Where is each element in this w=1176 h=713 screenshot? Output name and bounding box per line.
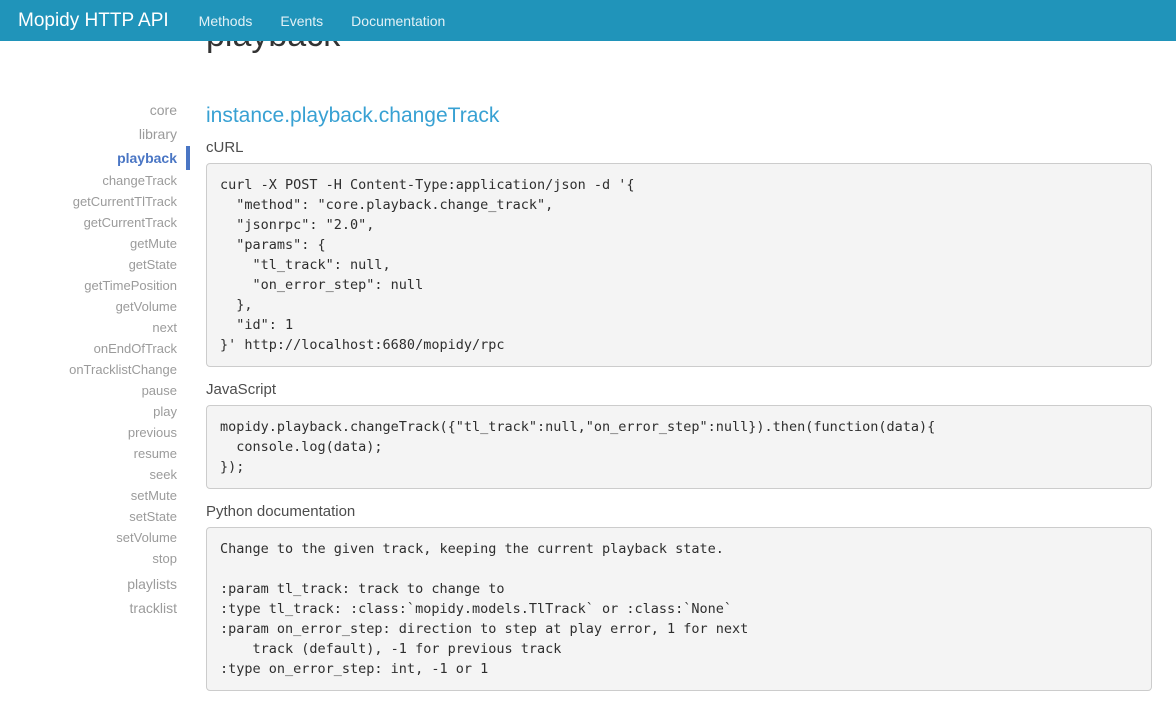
code-section: cURL curl -X POST -H Content-Type:applic… [206, 138, 1152, 367]
sidebar-subitem-onEndOfTrack: onEndOfTrack [0, 338, 190, 359]
sidebar-item-playlists: playlists [0, 572, 190, 596]
code-sections: cURL curl -X POST -H Content-Type:applic… [206, 138, 1152, 691]
sidebar-sublink-getMute[interactable]: getMute [0, 233, 190, 254]
sidebar-subitem-getCurrentTrack: getCurrentTrack [0, 212, 190, 233]
sidebar-link-playback[interactable]: playback [0, 146, 190, 170]
sidebar-sublink-getState[interactable]: getState [0, 254, 190, 275]
sidebar-sublink-resume[interactable]: resume [0, 443, 190, 464]
sidebar: corelibraryplaybackchangeTrackgetCurrent… [0, 98, 190, 620]
brand-link[interactable]: Mopidy HTTP API [18, 10, 169, 32]
nav-link-methods[interactable]: Methods [185, 13, 267, 29]
sidebar-subitem-next: next [0, 317, 190, 338]
code-text: Change to the given track, keeping the c… [220, 541, 748, 677]
sidebar-subitem-resume: resume [0, 443, 190, 464]
sidebar-subitem-setState: setState [0, 506, 190, 527]
code-section-label: Python documentation [206, 502, 1152, 521]
sidebar-subitem-getTimePosition: getTimePosition [0, 275, 190, 296]
sidebar-link-playlists[interactable]: playlists [0, 572, 190, 596]
sidebar-sublink-getTimePosition[interactable]: getTimePosition [0, 275, 190, 296]
code-text: mopidy.playback.changeTrack({"tl_track":… [220, 419, 935, 475]
code-text: curl -X POST -H Content-Type:application… [220, 177, 635, 353]
sidebar-sublink-setState[interactable]: setState [0, 506, 190, 527]
method-heading: instance.playback.changeTrack [206, 102, 1152, 130]
sidebar-link-core[interactable]: core [0, 98, 190, 122]
sidebar-item-playback: playbackchangeTrackgetCurrentTlTrackgetC… [0, 146, 190, 569]
sidebar-sublink-seek[interactable]: seek [0, 464, 190, 485]
sidebar-sublink-pause[interactable]: pause [0, 380, 190, 401]
sidebar-sublist-playback: changeTrackgetCurrentTlTrackgetCurrentTr… [0, 170, 190, 569]
code-section: JavaScript mopidy.playback.changeTrack({… [206, 380, 1152, 489]
sidebar-sublink-onTracklistChange[interactable]: onTracklistChange [0, 359, 190, 380]
top-navbar: Mopidy HTTP API Methods Events Documenta… [0, 0, 1176, 41]
sidebar-subitem-getVolume: getVolume [0, 296, 190, 317]
sidebar-sublink-setVolume[interactable]: setVolume [0, 527, 190, 548]
main-content: instance.playback.changeTrack cURL curl … [206, 96, 1152, 691]
sidebar-subitem-getState: getState [0, 254, 190, 275]
sidebar-sublink-play[interactable]: play [0, 401, 190, 422]
sidebar-subitem-previous: previous [0, 422, 190, 443]
code-block: Change to the given track, keeping the c… [206, 527, 1152, 691]
sidebar-sublink-next[interactable]: next [0, 317, 190, 338]
sidebar-sublink-getVolume[interactable]: getVolume [0, 296, 190, 317]
sidebar-subitem-getCurrentTlTrack: getCurrentTlTrack [0, 191, 190, 212]
code-block: curl -X POST -H Content-Type:application… [206, 163, 1152, 367]
sidebar-subitem-stop: stop [0, 548, 190, 569]
sidebar-link-tracklist[interactable]: tracklist [0, 596, 190, 620]
nav-link-events[interactable]: Events [266, 13, 337, 29]
code-block: mopidy.playback.changeTrack({"tl_track":… [206, 405, 1152, 489]
sidebar-subitem-getMute: getMute [0, 233, 190, 254]
sidebar-sublink-onEndOfTrack[interactable]: onEndOfTrack [0, 338, 190, 359]
sidebar-subitem-pause: pause [0, 380, 190, 401]
sidebar-sublink-stop[interactable]: stop [0, 548, 190, 569]
sidebar-item-library: library [0, 122, 190, 146]
code-section-label: cURL [206, 138, 1152, 157]
sidebar-subitem-play: play [0, 401, 190, 422]
sidebar-sublink-previous[interactable]: previous [0, 422, 190, 443]
navbar-links: Methods Events Documentation [185, 13, 460, 29]
sidebar-list: corelibraryplaybackchangeTrackgetCurrent… [0, 98, 190, 620]
sidebar-sublink-setMute[interactable]: setMute [0, 485, 190, 506]
sidebar-item-core: core [0, 98, 190, 122]
code-section: Python documentation Change to the given… [206, 502, 1152, 691]
code-section-label: JavaScript [206, 380, 1152, 399]
sidebar-subitem-changeTrack: changeTrack [0, 170, 190, 191]
sidebar-subitem-setMute: setMute [0, 485, 190, 506]
sidebar-link-library[interactable]: library [0, 122, 190, 146]
sidebar-sublink-getCurrentTlTrack[interactable]: getCurrentTlTrack [0, 191, 190, 212]
sidebar-sublink-changeTrack[interactable]: changeTrack [0, 170, 190, 191]
sidebar-subitem-onTracklistChange: onTracklistChange [0, 359, 190, 380]
page: playback Mopidy HTTP API Methods Events … [0, 0, 1176, 713]
nav-link-documentation[interactable]: Documentation [337, 13, 459, 29]
sidebar-sublink-getCurrentTrack[interactable]: getCurrentTrack [0, 212, 190, 233]
sidebar-subitem-setVolume: setVolume [0, 527, 190, 548]
sidebar-subitem-seek: seek [0, 464, 190, 485]
sidebar-item-tracklist: tracklist [0, 596, 190, 620]
